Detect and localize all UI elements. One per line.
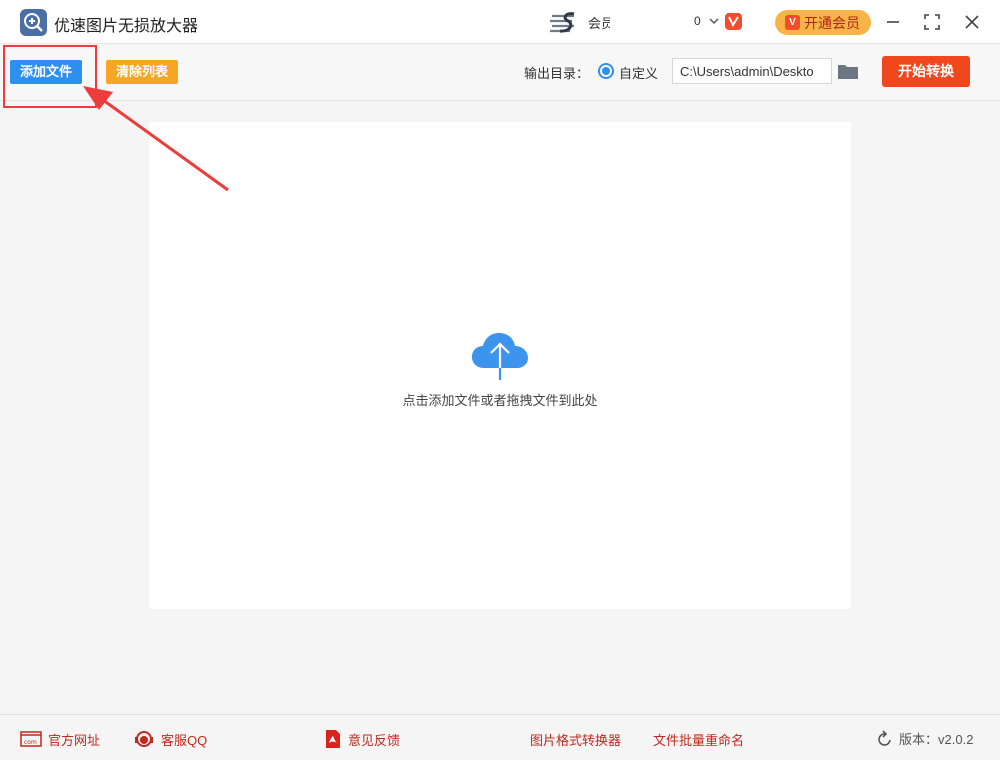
- svg-text:com: com: [24, 739, 37, 746]
- custom-dir-radio-label[interactable]: 自定义: [619, 63, 658, 82]
- user-name: 会员: [588, 15, 610, 31]
- feedback-icon: [326, 730, 340, 748]
- feedback-link[interactable]: 意见反馈: [324, 729, 400, 749]
- service-qq-label: 客服QQ: [161, 732, 208, 748]
- refresh-icon: [878, 729, 891, 746]
- chevron-down-icon[interactable]: [709, 16, 719, 26]
- website-link[interactable]: com 官方网址: [20, 729, 100, 749]
- website-icon: com: [20, 731, 42, 747]
- folder-icon[interactable]: [837, 63, 859, 80]
- custom-dir-radio[interactable]: [598, 63, 614, 79]
- file-drop-area[interactable]: 点击添加文件或者拖拽文件到此处: [149, 122, 851, 609]
- vip-badge-icon: V: [785, 15, 800, 30]
- minimize-icon[interactable]: [881, 10, 905, 34]
- vip-button[interactable]: V 开通会员: [775, 10, 871, 35]
- drop-hint: 点击添加文件或者拖拽文件到此处: [402, 393, 598, 408]
- format-converter-link[interactable]: 图片格式转换器: [530, 729, 621, 749]
- footer: com 官方网址 客服QQ 意见反馈 图片格式转换器 文件批量重命名 版本：v2…: [0, 714, 1000, 760]
- start-convert-button[interactable]: 开始转换: [882, 56, 970, 87]
- app-logo-icon: [20, 9, 47, 36]
- customer-service-icon: [135, 731, 153, 747]
- service-qq-link[interactable]: 客服QQ: [133, 729, 221, 749]
- title-bar: 优速图片无损放大器 会员 0 V 开通会员: [0, 0, 1000, 44]
- user-id: 0: [694, 14, 701, 28]
- format-converter-label: 图片格式转换器: [530, 732, 622, 748]
- vip-mini-icon[interactable]: [725, 13, 742, 30]
- feedback-label: 意见反馈: [348, 732, 401, 748]
- version-value: v2.0.2: [938, 732, 974, 747]
- cloud-upload-icon: [471, 333, 528, 380]
- user-info[interactable]: 会员: [548, 10, 610, 34]
- vip-button-label: 开通会员: [804, 14, 860, 31]
- batch-rename-link[interactable]: 文件批量重命名: [653, 729, 744, 749]
- version-text: 版本：v2.0.2: [899, 729, 973, 748]
- user-avatar-icon: [550, 12, 575, 33]
- app-title: 优速图片无损放大器: [54, 18, 199, 35]
- close-icon[interactable]: [960, 10, 984, 34]
- version-label: 版本：: [899, 732, 939, 747]
- clear-list-button[interactable]: 清除列表: [106, 60, 178, 84]
- version-info[interactable]: 版本：v2.0.2: [877, 729, 973, 748]
- output-dir-label: 输出目录：: [524, 66, 590, 81]
- toolbar: 添加文件 清除列表 输出目录： 自定义 开始转换: [0, 45, 1000, 101]
- add-file-button[interactable]: 添加文件: [10, 60, 82, 84]
- maximize-icon[interactable]: [920, 10, 944, 34]
- website-link-label: 官方网址: [48, 732, 101, 748]
- batch-rename-label: 文件批量重命名: [653, 732, 745, 748]
- output-path-input[interactable]: [672, 58, 832, 84]
